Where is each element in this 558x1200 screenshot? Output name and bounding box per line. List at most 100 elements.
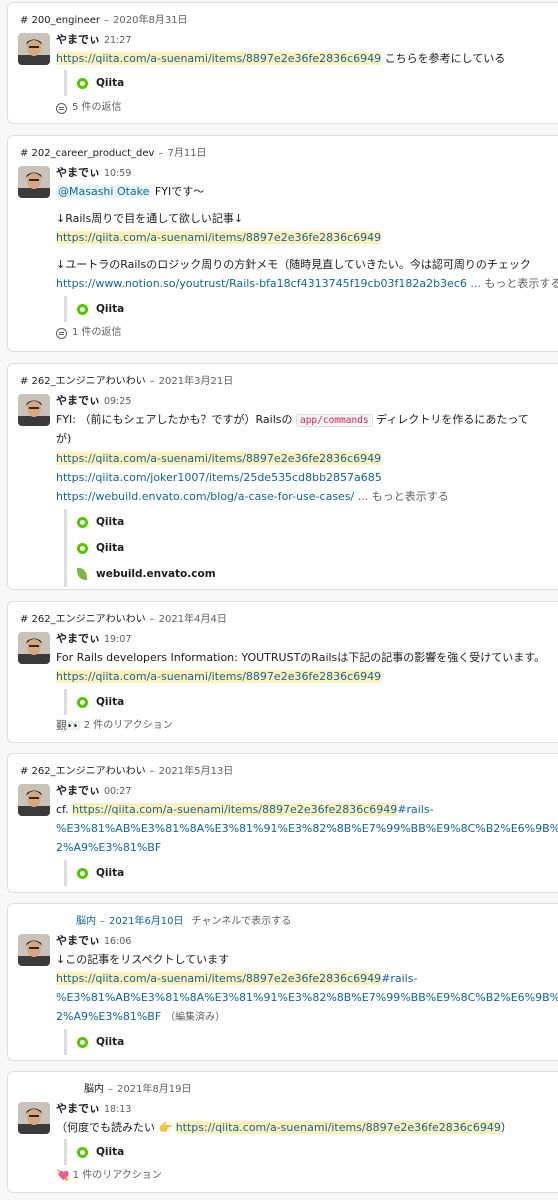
preview-title: Qiita — [96, 77, 125, 89]
link-preview[interactable]: Qiita — [64, 1029, 558, 1055]
message-date[interactable]: 7月11日 — [167, 148, 206, 159]
result-header: # 262_エンジニアわいわい –2021年4月4日 — [20, 614, 227, 625]
message-link[interactable]: https://qiita.com/a-suenami/items/8897e2… — [56, 52, 382, 65]
channel-name[interactable]: # 200_engineer — [20, 15, 100, 26]
avatar[interactable] — [18, 934, 50, 966]
message-date[interactable]: 2021年4月4日 — [159, 614, 227, 625]
message-link[interactable]: https://qiita.com/a-suenami/items/8897e2… — [56, 452, 382, 465]
reply-count[interactable]: 1 件の返信 — [56, 323, 558, 343]
message-link[interactable]: https://qiita.com/joker1007/items/25de53… — [56, 471, 382, 484]
message-date[interactable]: 2021年8月19日 — [117, 1084, 192, 1095]
link-preview[interactable]: Qiita — [64, 70, 558, 96]
author-name[interactable]: やまでぃ — [56, 33, 100, 46]
message-text: が) — [56, 432, 72, 445]
preview-title: Qiita — [96, 542, 125, 554]
preview-title: Qiita — [96, 696, 125, 708]
channel-name[interactable]: 脳内 — [84, 1084, 104, 1095]
message-time[interactable]: 09:25 — [104, 396, 131, 407]
reply-count-label: 1 件の返信 — [72, 327, 122, 338]
avatar[interactable] — [18, 33, 50, 65]
message-date[interactable]: 2020年8月31日 — [113, 15, 188, 26]
qiita-icon — [77, 867, 88, 879]
link-preview[interactable]: Qiita — [64, 689, 558, 715]
message-link[interactable]: https://webuild.envato.com/blog/a-case-f… — [56, 490, 354, 503]
message-text: cf. — [56, 803, 73, 816]
preview-title: Qiita — [96, 303, 125, 315]
message-text: （何度でも読みたい 👉 — [56, 1121, 176, 1134]
message-time[interactable]: 18:13 — [104, 1104, 131, 1115]
message-link[interactable]: https://qiita.com/a-suenami/items/8897e2… — [72, 803, 398, 816]
message-link[interactable]: https://qiita.com/a-suenami/items/8897e2… — [56, 670, 382, 683]
author-name[interactable]: やまでぃ — [56, 934, 100, 947]
message-text: ） — [500, 1121, 512, 1134]
message-text: ↓この記事をリスペクトしています — [56, 953, 230, 966]
preview-title: Qiita — [96, 516, 125, 528]
message-link[interactable]: https://qiita.com/a-suenami/items/8897e2… — [56, 972, 382, 985]
search-result-card[interactable]: # 262_エンジニアわいわい –2021年3月21日 やまでぃ 09:25 FYI… — [7, 363, 558, 590]
search-result-card[interactable]: # 262_エンジニアわいわい –2021年4月4日 やまでぃ 19:07 For … — [7, 601, 558, 743]
message-time[interactable]: 16:06 — [104, 936, 131, 947]
message-link-fragment[interactable]: %E3%81%AB%E3%81%8A%E3%81%91%E3%82%8B%E7%… — [56, 822, 558, 835]
preview-title: Qiita — [96, 1146, 125, 1158]
avatar[interactable] — [18, 166, 50, 198]
message-link-fragment[interactable]: #rails- — [397, 803, 433, 816]
search-result-card[interactable]: 脳内 –2021年8月19日 やまでぃ 18:13 （何度でも読みたい 👉 http… — [7, 1071, 558, 1193]
message-link-fragment[interactable]: %E3%81%AB%E3%81%8A%E3%81%91%E3%82%8B%E7%… — [56, 991, 558, 1004]
message-date[interactable]: 2021年3月21日 — [159, 376, 234, 387]
reaction-count-label: 1 件のリアクション — [72, 1170, 162, 1181]
reply-count[interactable]: 5 件の返信 — [56, 98, 558, 118]
channel-name[interactable]: # 262_エンジニアわいわい — [20, 766, 146, 777]
link-preview[interactable]: Qiita — [64, 860, 558, 886]
message-link[interactable]: https://qiita.com/a-suenami/items/8897e2… — [175, 1121, 501, 1134]
avatar[interactable] — [18, 394, 50, 426]
author-name[interactable]: やまでぃ — [56, 394, 100, 407]
channel-name[interactable]: 脳内 — [76, 916, 96, 927]
author-name[interactable]: やまでぃ — [56, 632, 100, 645]
channel-name[interactable]: # 262_エンジニアわいわい — [20, 614, 146, 625]
author-name[interactable]: やまでぃ — [56, 784, 100, 797]
preview-title: Qiita — [96, 867, 125, 879]
message-link-fragment[interactable]: #rails- — [381, 972, 417, 985]
message-time[interactable]: 19:07 — [104, 634, 131, 645]
qiita-icon — [77, 77, 88, 89]
search-result-card[interactable]: # 262_エンジニアわいわい –2021年5月13日 やまでぃ 00:27 cf.… — [7, 753, 558, 893]
link-preview[interactable]: Qiita — [64, 509, 558, 535]
message-time[interactable]: 21:27 — [104, 35, 131, 46]
message-text: ディレクトリを作るにあたって — [372, 413, 529, 426]
reaction-count[interactable]: 💘 1 件のリアクション — [56, 1166, 558, 1186]
link-preview[interactable]: Qiita — [64, 535, 558, 561]
search-result-card[interactable]: 脳内 –2021年6月10日 チャンネルで表示する やまでぃ 16:06 ↓この記事を… — [7, 903, 558, 1061]
message-time[interactable]: 10:59 — [104, 168, 131, 179]
qiita-icon — [77, 516, 88, 528]
avatar[interactable] — [18, 632, 50, 664]
view-in-channel-link[interactable]: チャンネルで表示する — [192, 916, 292, 927]
search-result-card[interactable]: # 202_career_product_dev –7月11日 やまでぃ 10:59… — [7, 135, 558, 352]
channel-name[interactable]: # 202_career_product_dev — [20, 148, 154, 159]
channel-name[interactable]: # 262_エンジニアわいわい — [20, 376, 146, 387]
link-preview[interactable]: Qiita — [64, 296, 558, 322]
message-date[interactable]: 2021年6月10日 — [109, 916, 184, 927]
link-preview[interactable]: webuild.envato.com — [64, 561, 558, 587]
search-result-card[interactable]: # 200_engineer –2020年8月31日 やまでぃ 21:27 http… — [7, 2, 558, 124]
message-date[interactable]: 2021年5月13日 — [159, 766, 234, 777]
message-link[interactable]: https://www.notion.so/youtrust/Rails-bfa… — [56, 277, 467, 290]
preview-title: webuild.envato.com — [96, 568, 216, 580]
envato-leaf-icon — [77, 568, 87, 580]
user-mention[interactable]: @Masashi Otake — [56, 185, 152, 198]
qiita-icon — [77, 1146, 88, 1158]
reaction-count[interactable]: 覲👀 2 件のリアクション — [56, 716, 558, 736]
message-link-fragment[interactable]: 2%A9%E3%81%BF — [56, 841, 161, 854]
author-name[interactable]: やまでぃ — [56, 166, 100, 179]
show-more-link[interactable]: ... もっと表示する — [467, 277, 558, 290]
message-link-fragment[interactable]: 2%A9%E3%81%BF — [56, 1010, 161, 1023]
avatar[interactable] — [18, 784, 50, 816]
message-time[interactable]: 00:27 — [104, 786, 131, 797]
message-text: こちらを参考にしている — [381, 52, 506, 65]
message-link[interactable]: https://qiita.com/a-suenami/items/8897e2… — [56, 231, 382, 244]
link-preview[interactable]: Qiita — [64, 1139, 558, 1165]
show-more-link[interactable]: ... もっと表示する — [354, 490, 449, 503]
author-name[interactable]: やまでぃ — [56, 1102, 100, 1115]
heart-arrow-icon: 💘 — [56, 1169, 70, 1182]
avatar[interactable] — [18, 1102, 50, 1134]
preview-title: Qiita — [96, 1036, 125, 1048]
